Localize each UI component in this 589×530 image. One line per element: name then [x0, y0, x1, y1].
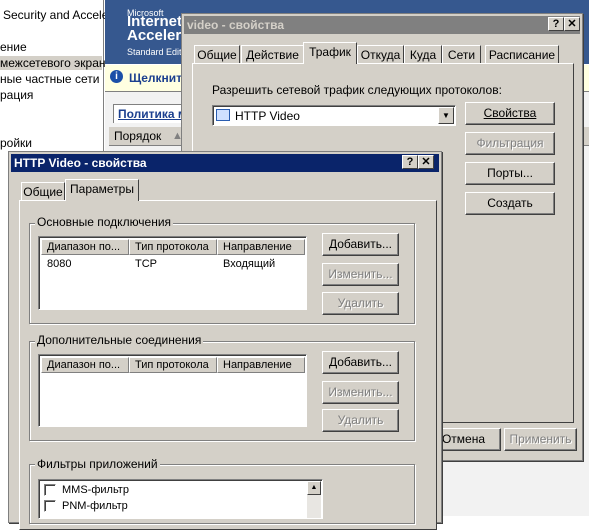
filter-checkbox[interactable] [44, 484, 56, 496]
application-filters-list[interactable]: MMS-фильтр PNM-фильтр ▲ [38, 479, 323, 519]
secondary-connections-label: Дополнительные соединения [35, 333, 204, 347]
protocol-properties-button[interactable]: Свойства [465, 102, 555, 125]
tab-parameters[interactable]: Параметры [65, 179, 139, 201]
help-button[interactable]: ? [548, 17, 564, 31]
tab-general[interactable]: Общие [194, 45, 240, 64]
apply-button[interactable]: Применить [504, 428, 577, 451]
isa-logo-edition: Standard Editi [127, 47, 184, 57]
tree-item[interactable]: Security and Accele [3, 8, 108, 22]
filter-label: PNM-фильтр [62, 500, 128, 512]
scroll-up-icon[interactable]: ▲ [307, 481, 321, 495]
tree-item[interactable]: межсетевого экран [0, 56, 106, 70]
tree-item[interactable]: ройки [0, 136, 32, 150]
info-icon: i [110, 70, 123, 83]
table-row-protocol[interactable]: TCP [135, 257, 157, 271]
tab-to[interactable]: Куда [404, 45, 442, 64]
delete-secondary-button[interactable]: Удалить [322, 409, 399, 432]
video-dialog-titlebar: video - свойства [184, 16, 580, 34]
filters-scrollbar[interactable]: ▲ [307, 481, 321, 518]
add-secondary-button[interactable]: Добавить... [322, 351, 399, 374]
primary-connections-label: Основные подключения [35, 215, 174, 229]
ports-button[interactable]: Порты... [465, 162, 555, 185]
protocol-select[interactable]: HTTP Video ▼ [212, 105, 456, 126]
info-bar-text: Щелкните [129, 71, 189, 85]
edit-secondary-button[interactable]: Изменить... [322, 381, 399, 404]
table-row-range[interactable]: 8080 [47, 257, 71, 271]
column-header-direction[interactable]: Направление [217, 357, 305, 373]
column-header-protocol[interactable]: Тип протокола [129, 239, 217, 255]
tab-from[interactable]: Откуда [357, 45, 404, 64]
tab-networks[interactable]: Сети [442, 45, 481, 64]
column-header-protocol[interactable]: Тип протокола [129, 357, 217, 373]
create-button[interactable]: Создать [465, 192, 555, 215]
column-header-range[interactable]: Диапазон по... [41, 357, 129, 373]
http-video-properties-dialog: HTTP Video - свойства ? ✕ Общие Параметр… [8, 151, 442, 530]
filtering-button[interactable]: Фильтрация [465, 132, 555, 155]
secondary-connections-list[interactable]: Диапазон по... Тип протокола Направление [38, 354, 307, 427]
tab-traffic[interactable]: Трафик [303, 42, 357, 64]
tree-item[interactable]: ение [0, 40, 27, 54]
order-column-header[interactable]: Порядок [114, 129, 161, 143]
chevron-down-icon[interactable]: ▼ [438, 107, 454, 124]
add-primary-button[interactable]: Добавить... [322, 233, 399, 256]
edit-primary-button[interactable]: Изменить... [322, 263, 399, 286]
http-dialog-title: HTTP Video - свойства [14, 156, 147, 170]
http-dialog-titlebar: HTTP Video - свойства [11, 154, 439, 172]
tree-item[interactable]: рация [0, 88, 33, 102]
video-dialog-title: video - свойства [187, 18, 285, 32]
tree-item[interactable]: ные частные сети [0, 72, 99, 86]
tab-general[interactable]: Общие [21, 182, 65, 201]
help-button[interactable]: ? [402, 155, 418, 169]
filter-checkbox[interactable] [44, 500, 56, 512]
policy-tab-label: Политика м [118, 107, 187, 121]
close-button[interactable]: ✕ [564, 17, 580, 31]
protocols-label: Разрешить сетевой трафик следующих прото… [212, 83, 502, 97]
column-header-range[interactable]: Диапазон по... [41, 239, 129, 255]
filter-label: MMS-фильтр [62, 484, 129, 496]
tab-action[interactable]: Действие [241, 45, 304, 64]
tab-schedule[interactable]: Расписание [485, 45, 559, 64]
primary-connections-list[interactable]: Диапазон по... Тип протокола Направление… [38, 236, 307, 310]
delete-primary-button[interactable]: Удалить [322, 292, 399, 315]
protocol-selected-value: HTTP Video [235, 109, 300, 123]
table-row-direction[interactable]: Входящий [223, 257, 275, 271]
application-filters-label: Фильтры приложений [35, 457, 160, 471]
close-button[interactable]: ✕ [418, 155, 434, 169]
protocol-icon [216, 109, 230, 121]
column-header-direction[interactable]: Направление [217, 239, 305, 255]
